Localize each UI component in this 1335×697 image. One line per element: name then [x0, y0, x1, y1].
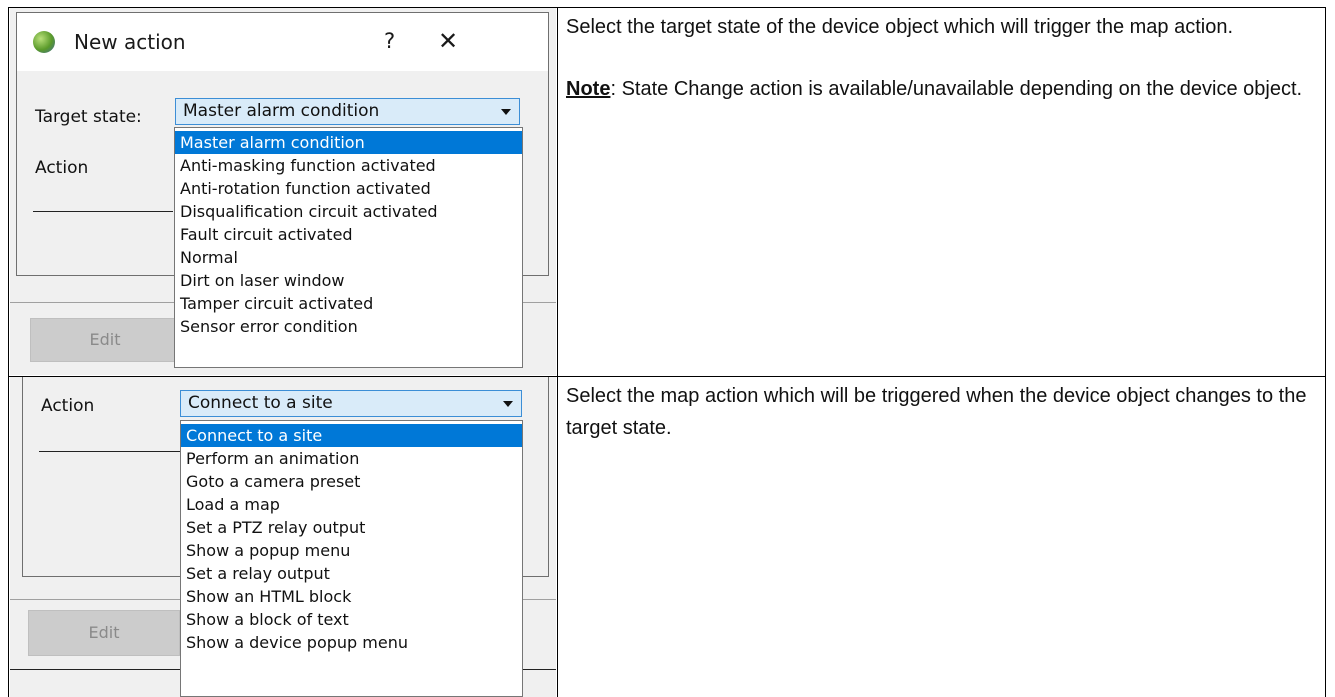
- dropdown-option[interactable]: Fault circuit activated: [175, 223, 522, 246]
- dialog-title: New action: [74, 30, 186, 54]
- dropdown-option[interactable]: Sensor error condition: [175, 315, 522, 338]
- action-combo[interactable]: Connect to a site: [180, 390, 522, 417]
- note-paragraph: Note: State Change action is available/u…: [566, 73, 1318, 105]
- app-globe-icon: [33, 31, 55, 53]
- action-dropdown: Connect to a site Perform an animation G…: [180, 420, 523, 697]
- target-state-value: Master alarm condition: [183, 101, 380, 121]
- target-state-combo[interactable]: Master alarm condition: [175, 98, 520, 125]
- edit-button[interactable]: Edit: [28, 610, 180, 656]
- action-value: Connect to a site: [188, 393, 333, 413]
- chevron-down-icon: [503, 401, 513, 407]
- description-text: Select the target state of the device ob…: [566, 16, 1234, 38]
- dropdown-option[interactable]: Set a PTZ relay output: [181, 516, 522, 539]
- table-border-center: [557, 7, 558, 697]
- action-field-underline: [39, 451, 184, 452]
- edit-button-label: Edit: [88, 623, 120, 642]
- table-border-middle: [8, 376, 1326, 377]
- action-label: Action: [35, 158, 89, 178]
- note-label: Note: [566, 78, 611, 100]
- dropdown-option[interactable]: Show an HTML block: [181, 585, 522, 608]
- dropdown-option[interactable]: Disqualification circuit activated: [175, 200, 522, 223]
- dropdown-option[interactable]: Load a map: [181, 493, 522, 516]
- dropdown-option[interactable]: Set a relay output: [181, 562, 522, 585]
- dropdown-option[interactable]: Show a popup menu: [181, 539, 522, 562]
- dropdown-option[interactable]: Tamper circuit activated: [175, 292, 522, 315]
- chevron-down-icon: [501, 109, 511, 115]
- dropdown-option[interactable]: Show a device popup menu: [181, 631, 522, 654]
- dropdown-option[interactable]: Anti-rotation function activated: [175, 177, 522, 200]
- target-state-label: Target state:: [35, 107, 142, 127]
- note-text: : State Change action is available/unava…: [610, 78, 1303, 100]
- dropdown-option[interactable]: Show a block of text: [181, 608, 522, 631]
- action-field-underline: [33, 211, 173, 212]
- target-state-description: Select the target state of the device ob…: [566, 11, 1318, 105]
- dropdown-option[interactable]: Normal: [175, 246, 522, 269]
- table-border-left: [8, 7, 9, 697]
- table-border-top: [8, 7, 1326, 8]
- dropdown-option[interactable]: Master alarm condition: [175, 131, 522, 154]
- help-icon[interactable]: ?: [384, 29, 395, 53]
- close-icon[interactable]: ✕: [438, 27, 458, 55]
- dropdown-option[interactable]: Connect to a site: [181, 424, 522, 447]
- target-state-dropdown: Master alarm condition Anti-masking func…: [174, 127, 523, 368]
- edit-button[interactable]: Edit: [30, 318, 180, 362]
- dropdown-option[interactable]: Goto a camera preset: [181, 470, 522, 493]
- dialog-titlebar: New action ? ✕: [17, 13, 548, 71]
- action-label: Action: [41, 396, 95, 416]
- action-description: Select the map action which will be trig…: [566, 380, 1318, 444]
- dropdown-option[interactable]: Anti-masking function activated: [175, 154, 522, 177]
- edit-button-label: Edit: [89, 330, 121, 349]
- table-border-right: [1325, 7, 1326, 697]
- dropdown-option[interactable]: Perform an animation: [181, 447, 522, 470]
- dropdown-option[interactable]: Dirt on laser window: [175, 269, 522, 292]
- description-text: Select the map action which will be trig…: [566, 385, 1307, 439]
